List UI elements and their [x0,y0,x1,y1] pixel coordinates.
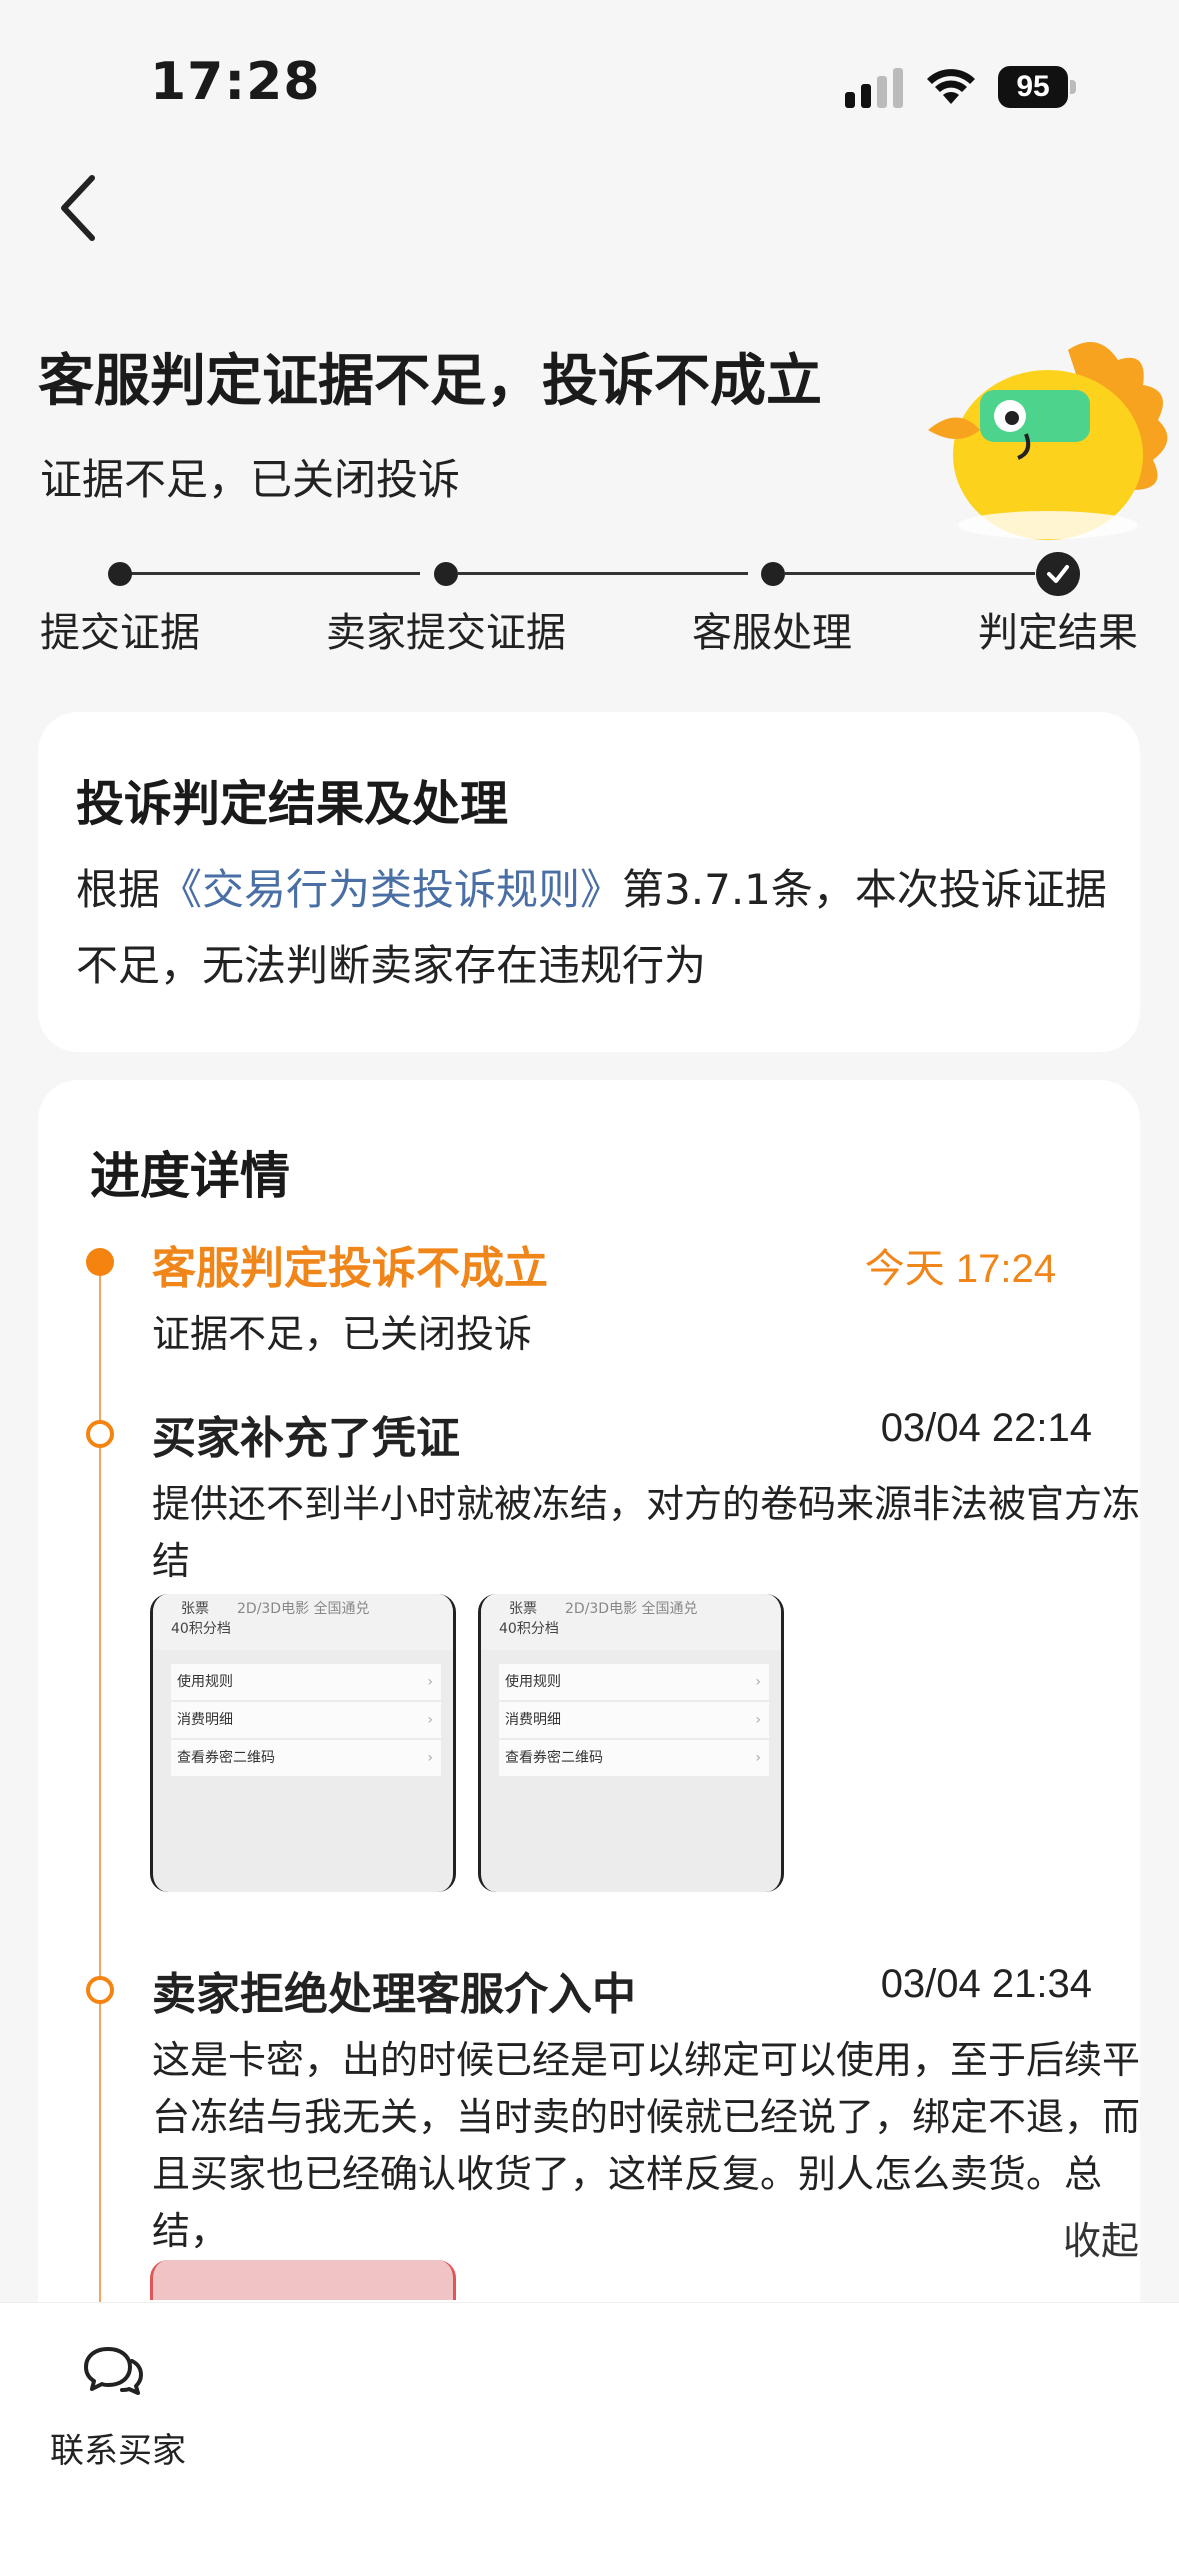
wifi-icon [927,69,975,104]
step-label: 客服处理 [692,610,852,656]
thumb-name: 张票 [509,1601,537,1617]
thumb-row: 查看券密二维码 › [499,1740,769,1776]
battery-icon: 95 [998,66,1076,108]
step-dot [434,562,458,586]
event-title: 卖家拒绝处理客服介入中 [152,1969,636,2020]
check-icon [1036,552,1080,596]
rule-link[interactable]: 《交易行为类投诉规则》 [160,865,622,914]
thumb-name: 张票 [181,1601,209,1617]
event-title: 客服判定投诉不成立 [152,1243,548,1294]
back-arrow-icon[interactable] [50,170,110,246]
progress-title: 进度详情 [90,1147,290,1205]
step-label: 判定结果 [978,610,1138,656]
thumb-row: 使用规则 › [171,1664,441,1700]
step-dot [108,562,132,586]
evidence-image[interactable]: 张票 40积分档 2D/3D电影 全国通兑 使用规则 › 消费明细 › 查看券密二维… [150,1594,456,1892]
event-text: 证据不足，已关闭投诉 [152,1312,533,1356]
progress-steps: 提交证据 卖家提交证据 客服处理 判定结果 [0,550,1179,660]
collapse-button[interactable]: 收起 [1063,2210,1139,2265]
page-title: 客服判定证据不足，投诉不成立 [38,349,822,414]
event-title: 买家补充了凭证 [152,1413,460,1464]
thumb-points: 40积分档 [171,1621,231,1637]
timeline-dot [86,1420,114,1448]
thumb-row: 使用规则 › [499,1664,769,1700]
result-body-prefix: 根据 [76,865,161,914]
thumb-sub: 2D/3D电影 全国通兑 [237,1601,370,1617]
page-subtitle: 证据不足，已关闭投诉 [40,455,461,504]
event-time: 今天 17:24 [864,1247,1056,1291]
timeline-dot [86,1976,114,2004]
result-card-title: 投诉判定结果及处理 [76,776,509,832]
result-card-body: 根据《交易行为类投诉规则》第3.7.1条，本次投诉证据不足，无法判断卖家存在违规… [76,852,1116,1004]
fish-mascot-illustration [928,342,1168,540]
battery-level: 95 [998,66,1068,108]
event-time: 03/04 22:14 [880,1406,1092,1450]
thumb-points: 40积分档 [499,1621,559,1637]
step-label: 卖家提交证据 [326,610,566,656]
event-text: 提供还不到半小时就被冻结，对方的卷码来源非法被官方冻结 [152,1482,1141,1583]
thumb-row: 消费明细 › [499,1702,769,1738]
step-label: 提交证据 [40,610,200,656]
status-bar: 17:28 95 [0,0,1179,150]
thumb-row: 查看券密二维码 › [171,1740,441,1776]
evidence-image[interactable]: 张票 40积分档 2D/3D电影 全国通兑 使用规则 › 消费明细 › 查看券密二维… [478,1594,784,1892]
thumb-sub: 2D/3D电影 全国通兑 [565,1601,698,1617]
event-text: 这是卡密，出的时候已经是可以绑定可以使用，至于后续平台冻结与我无关，当时卖的时候… [152,2038,1141,2253]
step-dot [761,562,785,586]
evidence-image[interactable] [150,2260,456,2300]
signal-icon [845,68,903,108]
bottom-bar: 联系买家 [0,2302,1179,2556]
event-time: 03/04 21:34 [880,1962,1092,2006]
chat-icon[interactable] [82,2343,144,2399]
timeline-dot-active [86,1248,114,1276]
result-card: 投诉判定结果及处理 根据《交易行为类投诉规则》第3.7.1条，本次投诉证据不足，… [38,712,1140,1052]
status-time: 17:28 [150,52,321,112]
thumb-row: 消费明细 › [171,1702,441,1738]
contact-buyer-label[interactable]: 联系买家 [50,2423,186,2472]
